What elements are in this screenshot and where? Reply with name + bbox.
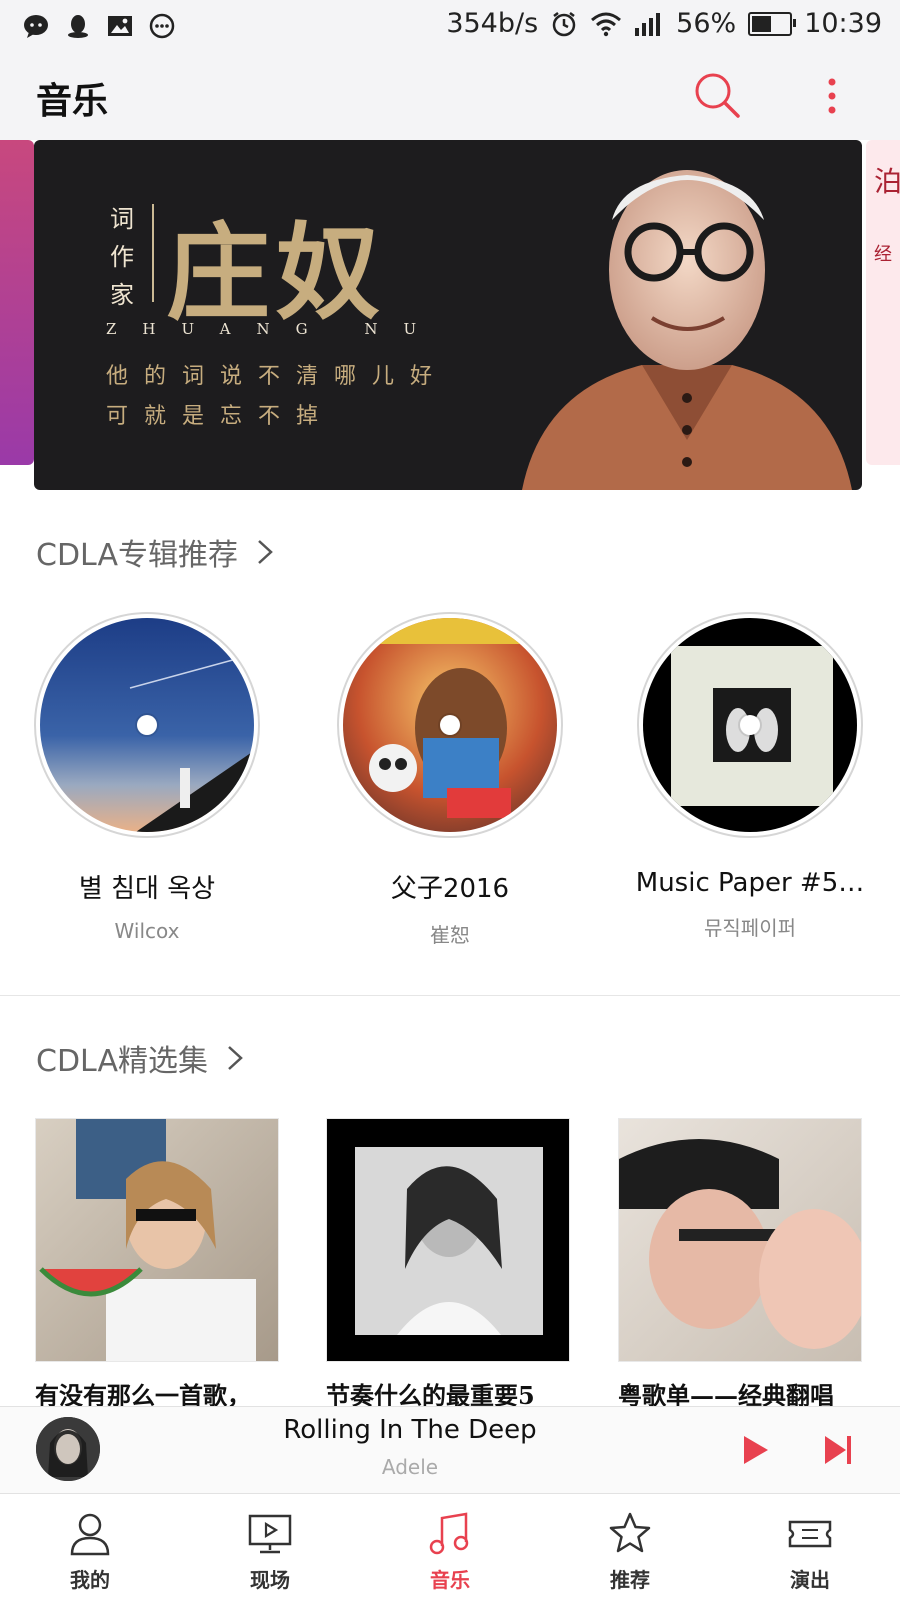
albums-section-title: CDLA专辑推荐: [36, 538, 238, 573]
nav-label: 演出: [790, 1568, 830, 1592]
more-notifications-icon: [148, 12, 176, 40]
album-title: 별 침대 옥상: [78, 874, 216, 904]
status-bar: 354b/s 56% 10:39: [0, 0, 900, 52]
banner-role-char: 作: [110, 243, 134, 271]
bottom-navigation: 我的 现场 音乐 推荐 演出: [0, 1494, 900, 1600]
star-icon: [609, 1512, 651, 1553]
nav-label: 推荐: [610, 1568, 650, 1592]
banner-slide[interactable]: 词 作 家 庄奴 ZHUANG NU 他的词说不清哪儿好 可就是忘不掉: [34, 140, 862, 490]
playlists-section-header[interactable]: CDLA精选集: [36, 1036, 244, 1080]
now-playing-artist: Adele: [381, 1455, 439, 1479]
nav-label: 我的: [70, 1568, 110, 1592]
playlist-card[interactable]: 有没有那么一首歌，: [35, 1118, 279, 1411]
clock: 10:39: [804, 8, 882, 39]
album-card[interactable]: 별 침대 옥상 Wilcox: [27, 612, 267, 943]
playlist-cover[interactable]: [35, 1118, 279, 1362]
banner-divider: [152, 204, 154, 302]
page-title: 音乐: [36, 80, 109, 122]
disc-hole: [740, 715, 760, 735]
more-options-icon[interactable]: [820, 72, 844, 122]
albums-section-header[interactable]: CDLA专辑推荐: [36, 530, 274, 574]
battery-percent: 56%: [676, 8, 737, 39]
search-icon[interactable]: [692, 70, 742, 120]
playlists-section-title: CDLA精选集: [36, 1044, 208, 1079]
tv-icon: [248, 1514, 292, 1554]
app-bar: 音乐: [0, 52, 900, 140]
album-title: Music Paper #5…: [635, 868, 865, 898]
image-icon: [106, 12, 134, 40]
playlist-card[interactable]: 节奏什么的最重要5: [326, 1118, 570, 1411]
playlist-art-bw-portrait: [355, 1147, 543, 1335]
system-indicators: 354b/s 56% 10:39: [446, 8, 882, 39]
nav-label: 音乐: [430, 1568, 470, 1592]
album-cover[interactable]: [34, 612, 260, 838]
banner-name: 庄奴: [166, 211, 387, 334]
playlist-art-kiss: [619, 1139, 861, 1349]
album-cover[interactable]: [637, 612, 863, 838]
skip-next-icon[interactable]: [822, 1433, 854, 1467]
nav-item-recommend[interactable]: 推荐: [540, 1494, 720, 1600]
network-speed: 354b/s: [446, 8, 539, 39]
banner-portrait-image: [522, 170, 852, 490]
play-icon[interactable]: [740, 1433, 770, 1467]
person-icon: [70, 1513, 110, 1556]
nav-item-shows[interactable]: 演出: [720, 1494, 900, 1600]
banner-tagline-2: 可就是忘不掉: [106, 404, 335, 429]
album-card[interactable]: Music Paper #5… 뮤직페이퍼: [630, 612, 870, 941]
banner-pinyin: ZHUANG NU: [106, 320, 443, 338]
ticket-icon: [788, 1520, 832, 1548]
signal-icon: [635, 12, 661, 36]
nav-item-music[interactable]: 音乐: [360, 1494, 540, 1600]
banner-next-peek[interactable]: 泊 经: [866, 140, 900, 465]
nav-item-live[interactable]: 现场: [180, 1494, 360, 1600]
now-playing-title: Rolling In The Deep: [283, 1415, 537, 1445]
album-artist: Wilcox: [114, 919, 180, 943]
playlist-cover[interactable]: [618, 1118, 862, 1362]
nav-label: 现场: [250, 1568, 290, 1592]
mini-player[interactable]: Rolling In The Deep Adele: [0, 1406, 900, 1494]
disc-hole: [137, 715, 157, 735]
section-divider: [0, 995, 900, 996]
battery-icon: [748, 11, 797, 36]
album-artist: 뮤직페이퍼: [704, 916, 796, 940]
banner-role-char: 家: [110, 281, 134, 309]
music-note-icon: [429, 1512, 469, 1555]
album-artist: 崔恕: [430, 923, 470, 947]
banner-previous-peek[interactable]: [0, 140, 34, 465]
wechat-icon: [22, 12, 50, 40]
chevron-right-icon: [258, 540, 273, 564]
qq-icon: [64, 12, 92, 40]
nav-item-mine[interactable]: 我的: [0, 1494, 180, 1600]
playlist-art-watermelon-girl: [39, 1119, 256, 1361]
disc-hole: [440, 715, 460, 735]
wifi-icon: [591, 12, 622, 36]
notification-icons: [22, 12, 176, 40]
banner-role: 词 作 家: [106, 200, 138, 314]
banner-carousel[interactable]: 词 作 家 庄奴 ZHUANG NU 他的词说不清哪儿好 可就是忘不掉 泊 经: [0, 140, 900, 490]
album-cover[interactable]: [337, 612, 563, 838]
album-title: 父子2016: [390, 874, 510, 904]
playlist-cover[interactable]: [326, 1118, 570, 1362]
banner-tagline-1: 他的词说不清哪儿好: [106, 364, 449, 389]
playlist-card[interactable]: 粤歌单——经典翻唱: [618, 1118, 862, 1411]
banner-role-char: 词: [110, 205, 134, 233]
album-card[interactable]: 父子2016 崔恕: [330, 612, 570, 948]
alarm-icon: [552, 11, 576, 36]
chevron-right-icon: [228, 1046, 243, 1070]
